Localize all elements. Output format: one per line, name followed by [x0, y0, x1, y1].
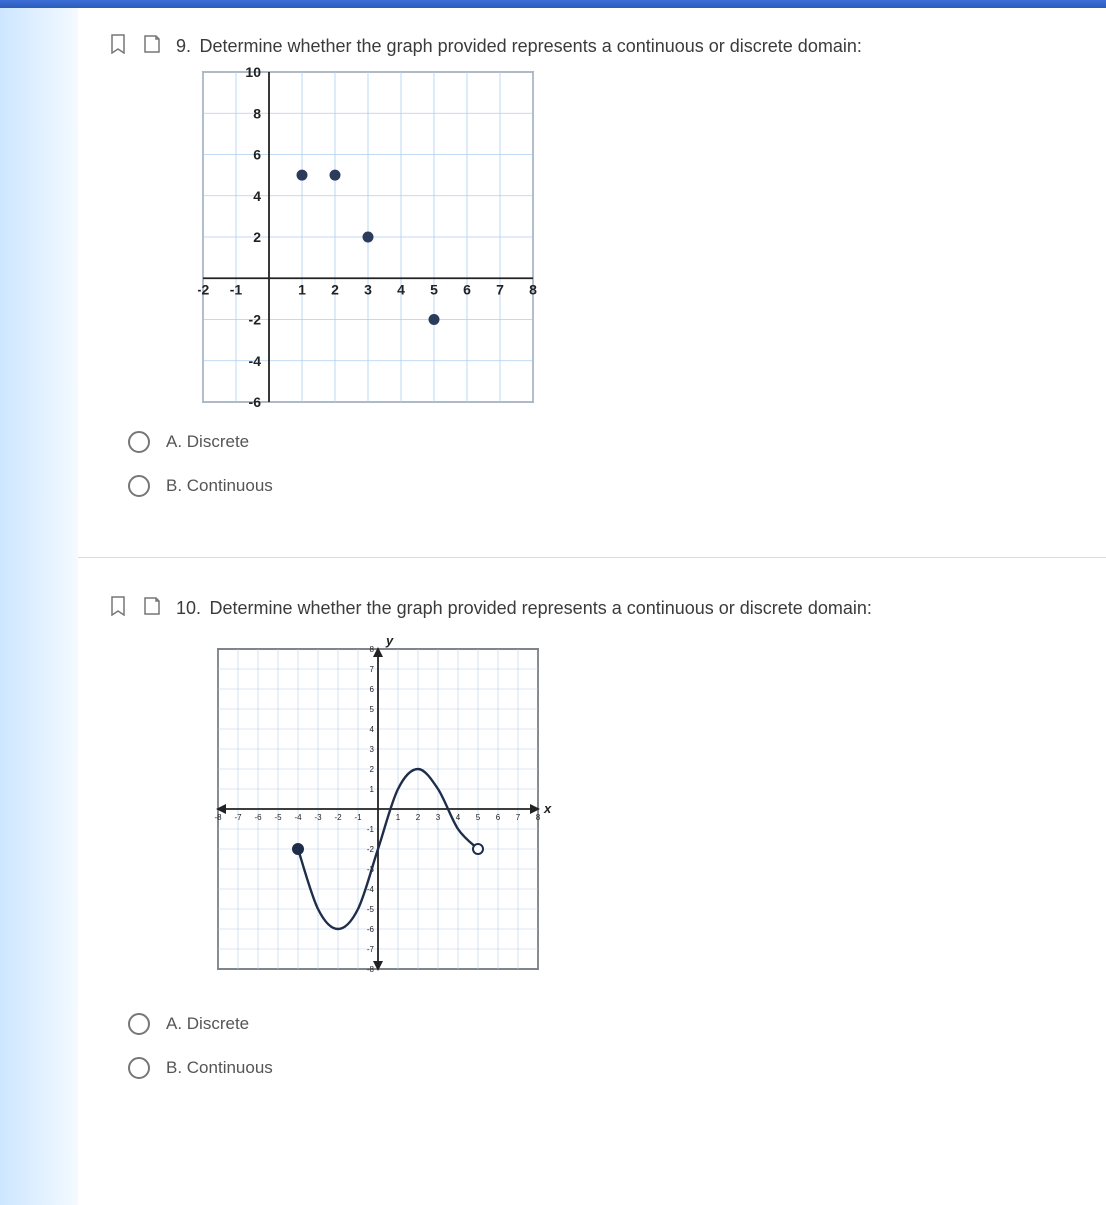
bookmark-icon[interactable]	[108, 34, 128, 54]
svg-text:5: 5	[370, 705, 375, 714]
question-9-options: A. Discrete B. Continuous	[128, 431, 1046, 497]
svg-text:-4: -4	[249, 353, 262, 369]
note-icon[interactable]	[142, 596, 162, 616]
svg-text:y: y	[385, 633, 394, 648]
svg-text:-2: -2	[334, 813, 342, 822]
bookmark-icon[interactable]	[108, 596, 128, 616]
question-10-options: A. Discrete B. Continuous	[128, 1013, 1046, 1079]
svg-text:6: 6	[370, 685, 375, 694]
question-number: 10.	[176, 598, 201, 618]
radio-icon[interactable]	[128, 431, 150, 453]
svg-text:-3: -3	[314, 813, 322, 822]
divider	[78, 557, 1106, 558]
svg-text:-5: -5	[274, 813, 282, 822]
svg-text:7: 7	[516, 813, 521, 822]
top-bar	[0, 0, 1106, 8]
svg-text:6: 6	[253, 147, 261, 163]
svg-text:1: 1	[298, 281, 306, 297]
svg-text:2: 2	[331, 281, 339, 297]
svg-text:-5: -5	[367, 905, 375, 914]
option-label: A. Discrete	[166, 1014, 249, 1034]
svg-text:6: 6	[496, 813, 501, 822]
svg-text:7: 7	[496, 281, 504, 297]
svg-text:2: 2	[253, 229, 261, 245]
svg-text:-4: -4	[367, 885, 375, 894]
svg-text:7: 7	[370, 665, 375, 674]
option-label: B. Continuous	[166, 476, 273, 496]
question-prompt: Determine whether the graph provided rep…	[199, 36, 861, 56]
svg-text:8: 8	[253, 105, 261, 121]
svg-text:3: 3	[364, 281, 372, 297]
svg-text:-7: -7	[367, 945, 375, 954]
svg-text:10: 10	[245, 67, 261, 80]
svg-text:-1: -1	[354, 813, 362, 822]
svg-text:-2: -2	[198, 281, 209, 297]
question-9: 9. Determine whether the graph provided …	[108, 26, 1046, 547]
svg-text:-2: -2	[367, 845, 375, 854]
option-10b[interactable]: B. Continuous	[128, 1057, 1046, 1079]
question-10-graph: -8-7-6-5-4-3-2-112345678-8-7-6-5-4-3-2-1…	[198, 629, 1046, 989]
svg-text:6: 6	[463, 281, 471, 297]
option-label: A. Discrete	[166, 432, 249, 452]
svg-text:2: 2	[416, 813, 421, 822]
question-10: 10. Determine whether the graph provided…	[108, 588, 1046, 1129]
svg-text:2: 2	[370, 765, 375, 774]
svg-text:4: 4	[253, 188, 261, 204]
option-9a[interactable]: A. Discrete	[128, 431, 1046, 453]
option-label: B. Continuous	[166, 1058, 273, 1078]
svg-text:5: 5	[430, 281, 438, 297]
svg-text:8: 8	[536, 813, 541, 822]
svg-text:1: 1	[396, 813, 401, 822]
question-prompt: Determine whether the graph provided rep…	[209, 598, 871, 618]
question-9-graph: -2 -1 1 2 3 4 5 6 7 8 10 8 6 4 2 -2 -4 -6	[198, 67, 1046, 407]
question-number: 9.	[176, 36, 191, 56]
svg-text:5: 5	[476, 813, 481, 822]
svg-text:4: 4	[456, 813, 461, 822]
note-icon[interactable]	[142, 34, 162, 54]
svg-text:-4: -4	[294, 813, 302, 822]
option-9b[interactable]: B. Continuous	[128, 475, 1046, 497]
radio-icon[interactable]	[128, 1057, 150, 1079]
svg-text:-6: -6	[367, 925, 375, 934]
question-9-text: 9. Determine whether the graph provided …	[176, 34, 862, 59]
svg-text:8: 8	[370, 645, 375, 654]
main-content: 9. Determine whether the graph provided …	[78, 8, 1106, 1205]
radio-icon[interactable]	[128, 1013, 150, 1035]
svg-text:3: 3	[436, 813, 441, 822]
svg-text:4: 4	[397, 281, 405, 297]
svg-text:-2: -2	[249, 312, 262, 328]
svg-text:3: 3	[370, 745, 375, 754]
svg-text:-1: -1	[230, 281, 243, 297]
left-gutter	[0, 8, 78, 1205]
svg-text:-6: -6	[249, 394, 262, 407]
svg-text:-7: -7	[234, 813, 242, 822]
svg-text:-6: -6	[254, 813, 262, 822]
svg-text:1: 1	[370, 785, 375, 794]
svg-text:4: 4	[370, 725, 375, 734]
svg-text:-8: -8	[367, 965, 375, 974]
question-10-text: 10. Determine whether the graph provided…	[176, 596, 872, 621]
option-10a[interactable]: A. Discrete	[128, 1013, 1046, 1035]
svg-text:-1: -1	[367, 825, 375, 834]
svg-text:-8: -8	[214, 813, 222, 822]
svg-text:8: 8	[529, 281, 537, 297]
svg-text:x: x	[543, 801, 552, 816]
radio-icon[interactable]	[128, 475, 150, 497]
